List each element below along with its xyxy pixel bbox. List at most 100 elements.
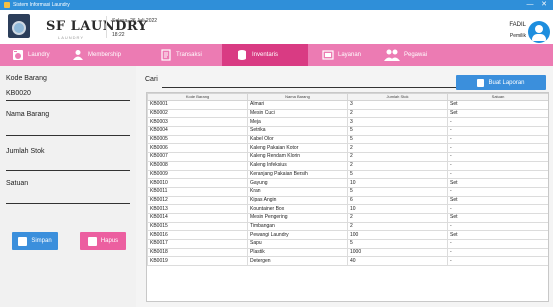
- jumlah-stok-underline: [6, 170, 130, 171]
- user-avatar-icon[interactable]: [528, 21, 550, 43]
- nama-barang-underline: [6, 135, 130, 136]
- table-cell: Mesin Cuci: [247, 108, 348, 119]
- inventory-icon: [236, 49, 248, 61]
- table-row[interactable]: KB0018 Plastik 1000-: [147, 247, 548, 258]
- search-input[interactable]: [162, 87, 466, 88]
- table-cell: -: [447, 204, 548, 214]
- table-row[interactable]: KB0001 Almari 3 Set: [147, 100, 548, 110]
- column-header[interactable]: Kode Barang: [147, 93, 248, 101]
- nav-item-pegawai[interactable]: Pegawai: [384, 44, 427, 66]
- nav-item-transaksi[interactable]: Transaksi: [160, 44, 202, 66]
- nav-item-inventaris[interactable]: Inventaris: [222, 44, 308, 66]
- table-cell: KB0001: [147, 100, 248, 110]
- table-row[interactable]: KB0015 Timbangan 2-: [147, 221, 548, 232]
- user-role: Pemilik: [509, 33, 526, 39]
- table-cell: 5: [347, 169, 448, 180]
- nav-item-laundry[interactable]: Laundry: [12, 44, 50, 66]
- table-cell: Set: [447, 212, 548, 223]
- table-cell: 5: [347, 134, 448, 145]
- table-cell: Set: [447, 100, 548, 110]
- table-cell: KB0014: [147, 212, 248, 223]
- nav-item-layanan[interactable]: Layanan: [322, 44, 361, 66]
- table-cell: 5: [347, 239, 448, 249]
- table-row[interactable]: KB0017 Sapu 5-: [147, 239, 548, 249]
- nav-item-membership[interactable]: Membership: [72, 44, 121, 66]
- save-button[interactable]: Simpan: [12, 232, 58, 250]
- table-cell: 2: [347, 160, 448, 171]
- table-cell: Set: [447, 178, 548, 188]
- table-row[interactable]: KB0007 Kaleng Rendam Klorin 2-: [147, 152, 548, 162]
- table-cell: KB0009: [147, 169, 248, 180]
- close-button[interactable]: ✕: [539, 0, 549, 10]
- trash-icon: [87, 236, 97, 246]
- table-cell: Kaleng Pakaian Kotor: [247, 143, 348, 154]
- table-cell: 40: [347, 256, 448, 267]
- delete-button[interactable]: Hapus: [80, 232, 126, 250]
- table-row[interactable]: KB0011 Kran 5-: [147, 186, 548, 197]
- table-cell: Set: [447, 230, 548, 240]
- table-row[interactable]: KB0013 Kountainer Box 10-: [147, 204, 548, 214]
- window-titlebar: Sistem Informasi Laundry — ✕: [0, 0, 553, 10]
- table-row[interactable]: KB0010 Gayung 10 Set: [147, 178, 548, 188]
- table-row[interactable]: KB0016 Pewangi Laundry 100 Set: [147, 230, 548, 240]
- table-row[interactable]: KB0008 Kaleng Infeksius 2-: [147, 160, 548, 171]
- inventory-list-panel: Cari Buat Laporan Kode Barang Nama Baran…: [136, 66, 553, 307]
- create-report-label: Buat Laporan: [488, 79, 525, 86]
- kode-barang-field[interactable]: KB0020: [6, 90, 31, 97]
- laundry-icon: [12, 49, 24, 61]
- table-row[interactable]: KB0002 Mesin Cuci 2 Set: [147, 108, 548, 119]
- table-cell: Keranjang Pakaian Bersih: [247, 169, 348, 180]
- table-cell: 5: [347, 186, 448, 197]
- inventory-table[interactable]: Kode Barang Nama Barang Jumlah Stok Satu…: [146, 92, 549, 302]
- table-cell: KB0004: [147, 126, 248, 136]
- nav-label: Laundry: [28, 52, 50, 58]
- table-body: KB0001 Almari 3 Set KB0002 Mesin Cuci 2 Set KB00…: [147, 100, 548, 267]
- person-icon: [72, 49, 84, 61]
- table-cell: KB0003: [147, 117, 248, 128]
- table-header-row: Kode Barang Nama Barang Jumlah Stok Satu…: [147, 93, 548, 101]
- table-cell: Kabel Olor: [247, 134, 348, 145]
- table-row[interactable]: KB0003 Meja 3-: [147, 117, 548, 128]
- table-cell: 3: [347, 100, 448, 110]
- app-subtitle: LAUNDRY: [58, 35, 85, 40]
- search-label: Cari: [145, 76, 158, 83]
- table-cell: Plastik: [247, 247, 348, 258]
- table-cell: -: [447, 143, 548, 154]
- table-cell: KB0015: [147, 221, 248, 232]
- table-cell: 2: [347, 152, 448, 162]
- table-cell: -: [447, 126, 548, 136]
- table-cell: -: [447, 239, 548, 249]
- table-cell: -: [447, 247, 548, 258]
- create-report-button[interactable]: Buat Laporan: [456, 75, 546, 90]
- table-row[interactable]: KB0014 Mesin Pengering 2 Set: [147, 212, 548, 223]
- table-cell: 2: [347, 143, 448, 154]
- current-time: 18:22: [112, 32, 125, 38]
- table-cell: Kaleng Rendam Klorin: [247, 152, 348, 162]
- table-row[interactable]: KB0009 Keranjang Pakaian Bersih 5-: [147, 169, 548, 180]
- table-cell: Set: [447, 195, 548, 206]
- table-cell: Kran: [247, 186, 348, 197]
- column-header[interactable]: Nama Barang: [247, 93, 348, 101]
- column-header[interactable]: Satuan: [447, 93, 548, 101]
- table-cell: Setrika: [247, 126, 348, 136]
- nav-label: Pegawai: [404, 52, 428, 58]
- table-cell: 6: [347, 195, 448, 206]
- minimize-button[interactable]: —: [525, 0, 535, 10]
- table-cell: Kountainer Box: [247, 204, 348, 214]
- table-row[interactable]: KB0019 Detergen 40-: [147, 256, 548, 267]
- table-cell: KB0012: [147, 195, 248, 206]
- jumlah-stok-label: Jumlah Stok: [6, 148, 45, 155]
- table-row[interactable]: KB0006 Kaleng Pakaian Kotor 2-: [147, 143, 548, 154]
- table-row[interactable]: KB0004 Setrika 5-: [147, 126, 548, 136]
- table-cell: -: [447, 134, 548, 145]
- table-row[interactable]: KB0005 Kabel Olor 5-: [147, 134, 548, 145]
- transaction-icon: [160, 49, 172, 61]
- table-cell: KB0005: [147, 134, 248, 145]
- table-cell: -: [447, 186, 548, 197]
- table-cell: Pewangi Laundry: [247, 230, 348, 240]
- table-cell: KB0019: [147, 256, 248, 267]
- table-cell: -: [447, 152, 548, 162]
- column-header[interactable]: Jumlah Stok: [347, 93, 448, 101]
- nav-label: Inventaris: [252, 52, 279, 58]
- table-row[interactable]: KB0012 Kipas Angin 6 Set: [147, 195, 548, 206]
